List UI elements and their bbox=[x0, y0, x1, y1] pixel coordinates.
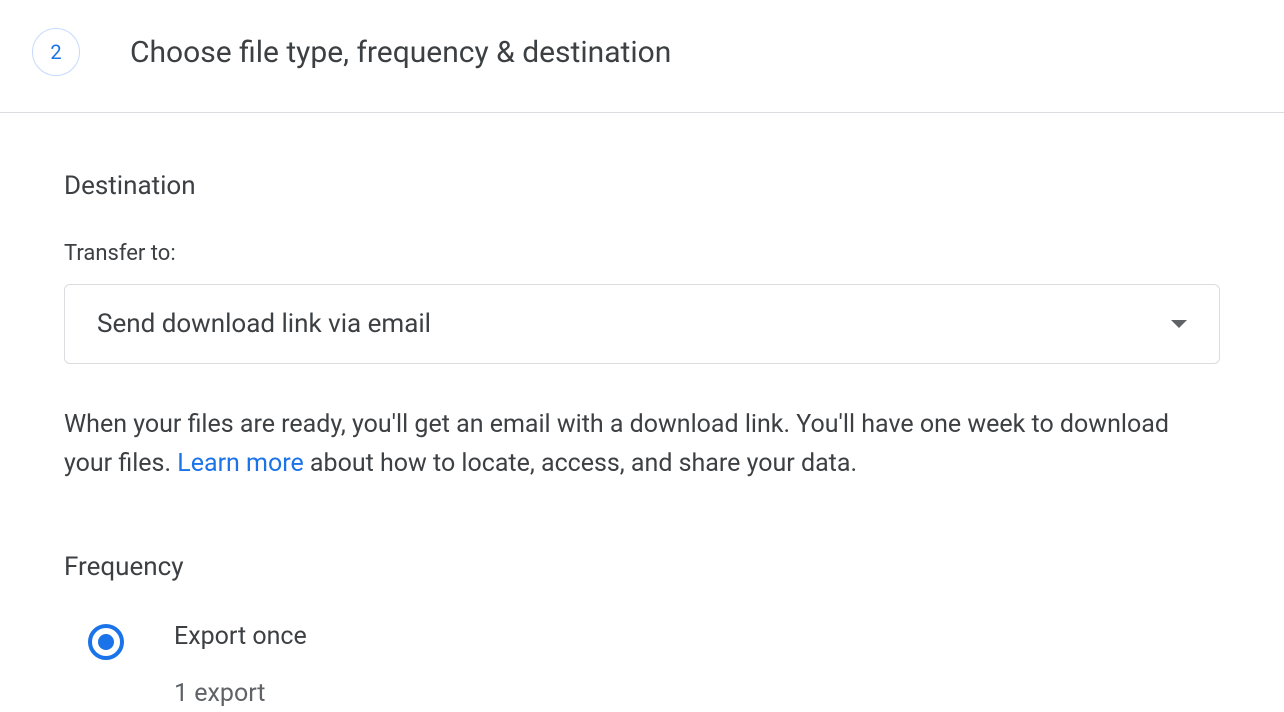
step-header: 2 Choose file type, frequency & destinat… bbox=[0, 0, 1284, 113]
transfer-to-select[interactable]: Send download link via email bbox=[64, 284, 1220, 364]
export-once-sub: 1 export bbox=[174, 679, 307, 708]
destination-heading: Destination bbox=[64, 171, 1220, 201]
caret-down-icon bbox=[1171, 320, 1187, 328]
step-title: Choose file type, frequency & destinatio… bbox=[130, 35, 671, 70]
content-area: Destination Transfer to: Send download l… bbox=[0, 113, 1284, 708]
radio-inner-dot bbox=[98, 634, 114, 650]
frequency-section: Frequency Export once 1 export bbox=[64, 552, 1220, 708]
description-text-2: about how to locate, access, and share y… bbox=[304, 449, 857, 478]
export-once-label: Export once bbox=[174, 622, 307, 651]
transfer-to-value: Send download link via email bbox=[97, 309, 431, 339]
radio-label-group: Export once 1 export bbox=[174, 622, 307, 708]
radio-selected-icon[interactable] bbox=[88, 624, 124, 660]
frequency-heading: Frequency bbox=[64, 552, 1220, 582]
learn-more-link[interactable]: Learn more bbox=[177, 449, 303, 478]
transfer-to-label: Transfer to: bbox=[64, 241, 1220, 266]
step-number-badge: 2 bbox=[32, 28, 80, 76]
destination-description: When your files are ready, you'll get an… bbox=[64, 406, 1220, 484]
frequency-option-export-once[interactable]: Export once 1 export bbox=[64, 622, 1220, 708]
step-number-text: 2 bbox=[50, 40, 61, 64]
